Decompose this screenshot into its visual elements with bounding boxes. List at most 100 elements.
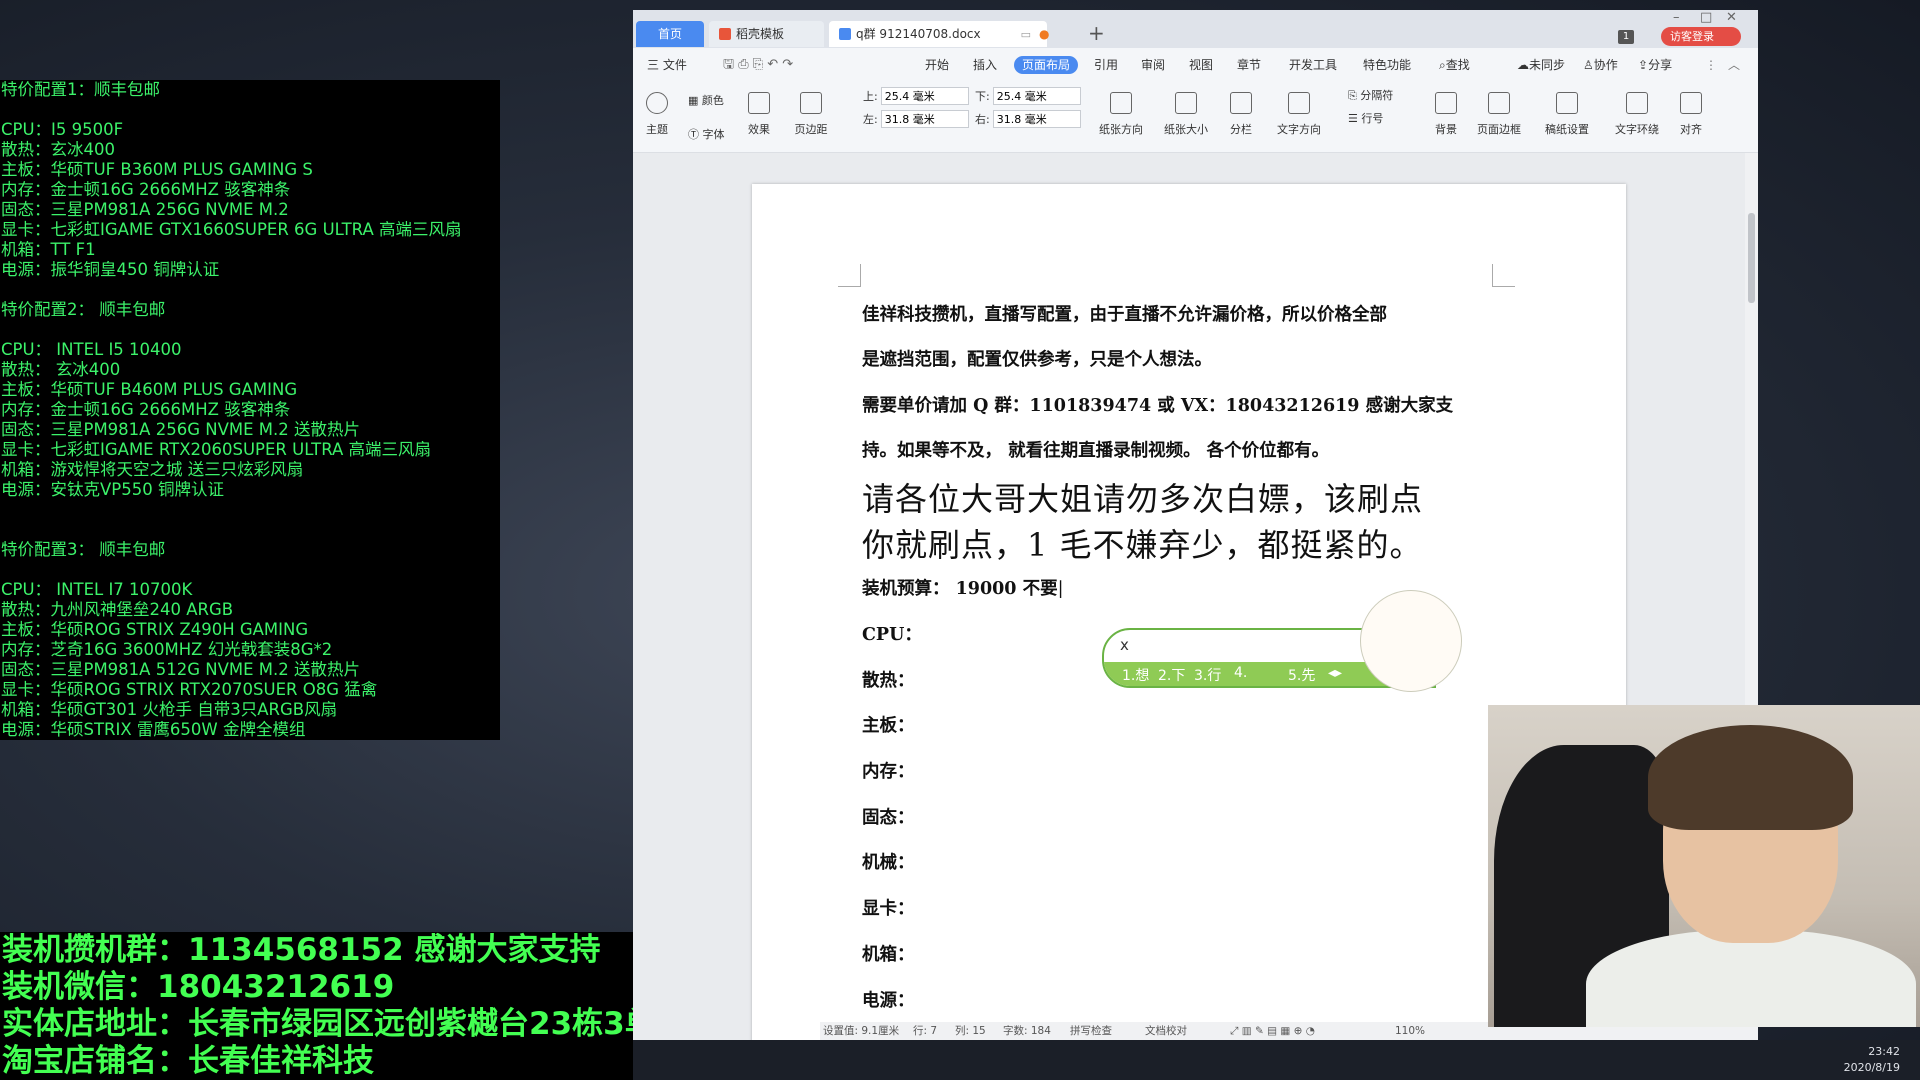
- window-count-badge[interactable]: 1: [1618, 30, 1634, 44]
- search-button[interactable]: ⌕查找: [1439, 56, 1470, 74]
- tab-templates-label: 稻壳模板: [736, 27, 785, 41]
- fonts-button[interactable]: Ⓣ 字体: [688, 126, 725, 142]
- guest-login-button[interactable]: 访客登录: [1661, 27, 1741, 46]
- ime-candidate-2[interactable]: 2.下: [1158, 665, 1185, 685]
- margin-left-label: 左:: [863, 113, 878, 126]
- collapse-ribbon-icon[interactable]: ︿: [1728, 56, 1740, 74]
- close-icon[interactable]: ✕: [1726, 10, 1737, 25]
- config-line: 机箱：华硕GT301 火枪手 自带3只ARGB风扇: [1, 700, 338, 719]
- menu-chapter[interactable]: 章节: [1237, 56, 1261, 74]
- ime-candidate-5[interactable]: 5.先: [1288, 665, 1315, 685]
- effects-label: 效果: [748, 123, 770, 136]
- menu-references[interactable]: 引用: [1094, 56, 1118, 74]
- config-line: 固态：三星PM981A 256G NVME M.2: [1, 200, 289, 219]
- view-mode-icons[interactable]: ⤢ ▥ ✎ ▤ ▦ ⊕ ◔: [1230, 1022, 1315, 1040]
- taskbar-clock[interactable]: 23:42 2020/8/19: [1844, 1044, 1900, 1076]
- menu-page-layout[interactable]: 页面布局: [1014, 56, 1079, 74]
- doc-paragraph-2b: 持。如果等不及， 就看往期直播录制视频。 各个价位都有。: [862, 441, 1330, 461]
- margin-top-input[interactable]: [880, 87, 969, 105]
- margin-bottom: 下:: [975, 87, 1081, 105]
- line-numbers-button[interactable]: ☰ 行号: [1348, 110, 1383, 126]
- config-line: 内存：金士顿16G 2666MHZ 骇客神条: [1, 400, 291, 419]
- doc-headline-1: 请各位大哥大姐请勿多次白嫖，该刷点: [862, 480, 1424, 518]
- columns-label: 分栏: [1230, 123, 1252, 136]
- menu-insert[interactable]: 插入: [973, 56, 997, 74]
- budget-value: 19000 不要: [955, 579, 1058, 599]
- margin-bottom-input[interactable]: [992, 87, 1081, 105]
- file-menu[interactable]: 三 文件: [647, 56, 687, 74]
- colors-button[interactable]: ▦ 颜色: [688, 92, 724, 108]
- spell-check-button[interactable]: 拼写检查: [1070, 1022, 1112, 1040]
- config-line: 电源：华硕STRIX 雷鹰650W 金牌全模组: [1, 720, 306, 739]
- align-icon: [1680, 92, 1702, 114]
- ime-candidate-popup[interactable]: x 1.想 2.下 3.行 4. 5.先 ◂▸: [1102, 590, 1464, 692]
- config-line: 特价配置1：顺丰包邮: [1, 80, 160, 99]
- config-line: 内存：芝奇16G 3600MHZ 幻光戟套装8G*2: [1, 640, 333, 659]
- sync-label: 未同步: [1529, 58, 1566, 72]
- cloud-icon: ☁: [1517, 58, 1529, 72]
- quick-access-icons[interactable]: 🖫 ⎙ ⎘ ↶ ↷: [723, 56, 793, 74]
- doc-field-hdd: 机械：: [862, 853, 915, 873]
- text-direction-button[interactable]: 文字方向: [1271, 82, 1327, 137]
- contact-line-taobao: 淘宝店铺名：长春佳祥科技: [2, 1043, 374, 1079]
- effects-button[interactable]: 效果: [731, 82, 787, 137]
- margin-left-input[interactable]: [880, 110, 969, 128]
- margin-top-label: 上:: [863, 90, 878, 103]
- more-icon[interactable]: ⋮: [1705, 56, 1717, 74]
- doc-field-motherboard: 主板：: [862, 716, 915, 736]
- paper-setup-button[interactable]: 稿纸设置: [1539, 82, 1595, 137]
- word-doc-icon: [839, 28, 851, 40]
- tab-home[interactable]: 首页: [636, 21, 704, 47]
- scroll-thumb[interactable]: [1748, 213, 1755, 303]
- maximize-icon[interactable]: □: [1700, 10, 1712, 25]
- sync-status[interactable]: ☁未同步: [1517, 56, 1565, 74]
- background-button[interactable]: 背景: [1418, 82, 1474, 137]
- menu-features[interactable]: 特色功能: [1363, 56, 1411, 74]
- menu-developer[interactable]: 开发工具: [1289, 56, 1337, 74]
- menu-review[interactable]: 审阅: [1141, 56, 1165, 74]
- theme-button[interactable]: 主题: [633, 82, 685, 137]
- menu-view[interactable]: 视图: [1189, 56, 1213, 74]
- orientation-button[interactable]: 纸张方向: [1093, 82, 1149, 137]
- menu-start[interactable]: 开始: [925, 56, 949, 74]
- margins-button[interactable]: 页边距: [783, 82, 839, 137]
- unsaved-dot-icon: ●: [1039, 27, 1050, 41]
- new-tab-button[interactable]: +: [1088, 22, 1105, 44]
- config-line: 机箱：TT F1: [1, 240, 96, 259]
- minimize-icon[interactable]: –: [1673, 10, 1680, 25]
- clock-time: 23:42: [1868, 1045, 1900, 1058]
- ime-candidate-1[interactable]: 1.想: [1122, 665, 1149, 685]
- config-line: 特价配置3： 顺丰包邮: [1, 540, 166, 559]
- colors-icon: ▦: [688, 94, 702, 107]
- line-numbers-icon: ☰: [1348, 112, 1362, 125]
- align-label: 对齐: [1680, 123, 1702, 136]
- share-label: 分享: [1648, 58, 1673, 72]
- config-line: 显卡：华硕ROG STRIX RTX2070SUER O8G 猛禽: [1, 680, 378, 699]
- share-button[interactable]: ⇪分享: [1638, 56, 1672, 74]
- config-line: 固态：三星PM981A 512G NVME M.2 送散热片: [1, 660, 360, 679]
- zoom-level[interactable]: 110%: [1395, 1022, 1425, 1040]
- proofread-button[interactable]: 文档校对: [1145, 1022, 1187, 1040]
- tab-templates[interactable]: 稻壳模板: [709, 21, 824, 47]
- page-border-button[interactable]: 页面边框: [1471, 82, 1527, 137]
- breaks-button[interactable]: ⎘ 分隔符: [1348, 87, 1393, 103]
- paper-size-button[interactable]: 纸张大小: [1158, 82, 1214, 137]
- line-numbers-label: 行号: [1361, 112, 1384, 125]
- ime-candidate-4[interactable]: 4.: [1234, 665, 1247, 681]
- status-words: 字数: 184: [1003, 1025, 1051, 1037]
- align-button[interactable]: 对齐: [1663, 82, 1719, 137]
- paper-setup-label: 稿纸设置: [1545, 123, 1589, 136]
- margin-right-input[interactable]: [992, 110, 1081, 128]
- collab-button[interactable]: ♙协作: [1583, 56, 1618, 74]
- doc-budget: 装机预算： 19000 不要|: [862, 575, 1063, 600]
- doc-headline-2: 你就刷点，1 毛不嫌弃少，都挺紧的。: [862, 526, 1423, 564]
- ime-candidate-3[interactable]: 3.行: [1194, 665, 1221, 685]
- monitor-icon[interactable]: ▭: [1021, 28, 1031, 41]
- config-line: 电源：安钛克VP550 铜牌认证: [1, 480, 224, 499]
- person-hair: [1648, 725, 1853, 830]
- wrap-button[interactable]: 文字环绕: [1609, 82, 1665, 137]
- config-line: CPU： INTEL I5 10400: [1, 340, 182, 359]
- ime-page-arrows-icon[interactable]: ◂▸: [1328, 665, 1342, 681]
- columns-button[interactable]: 分栏: [1213, 82, 1269, 137]
- tab-document[interactable]: q群 912140708.docx ▭ ●: [829, 21, 1050, 47]
